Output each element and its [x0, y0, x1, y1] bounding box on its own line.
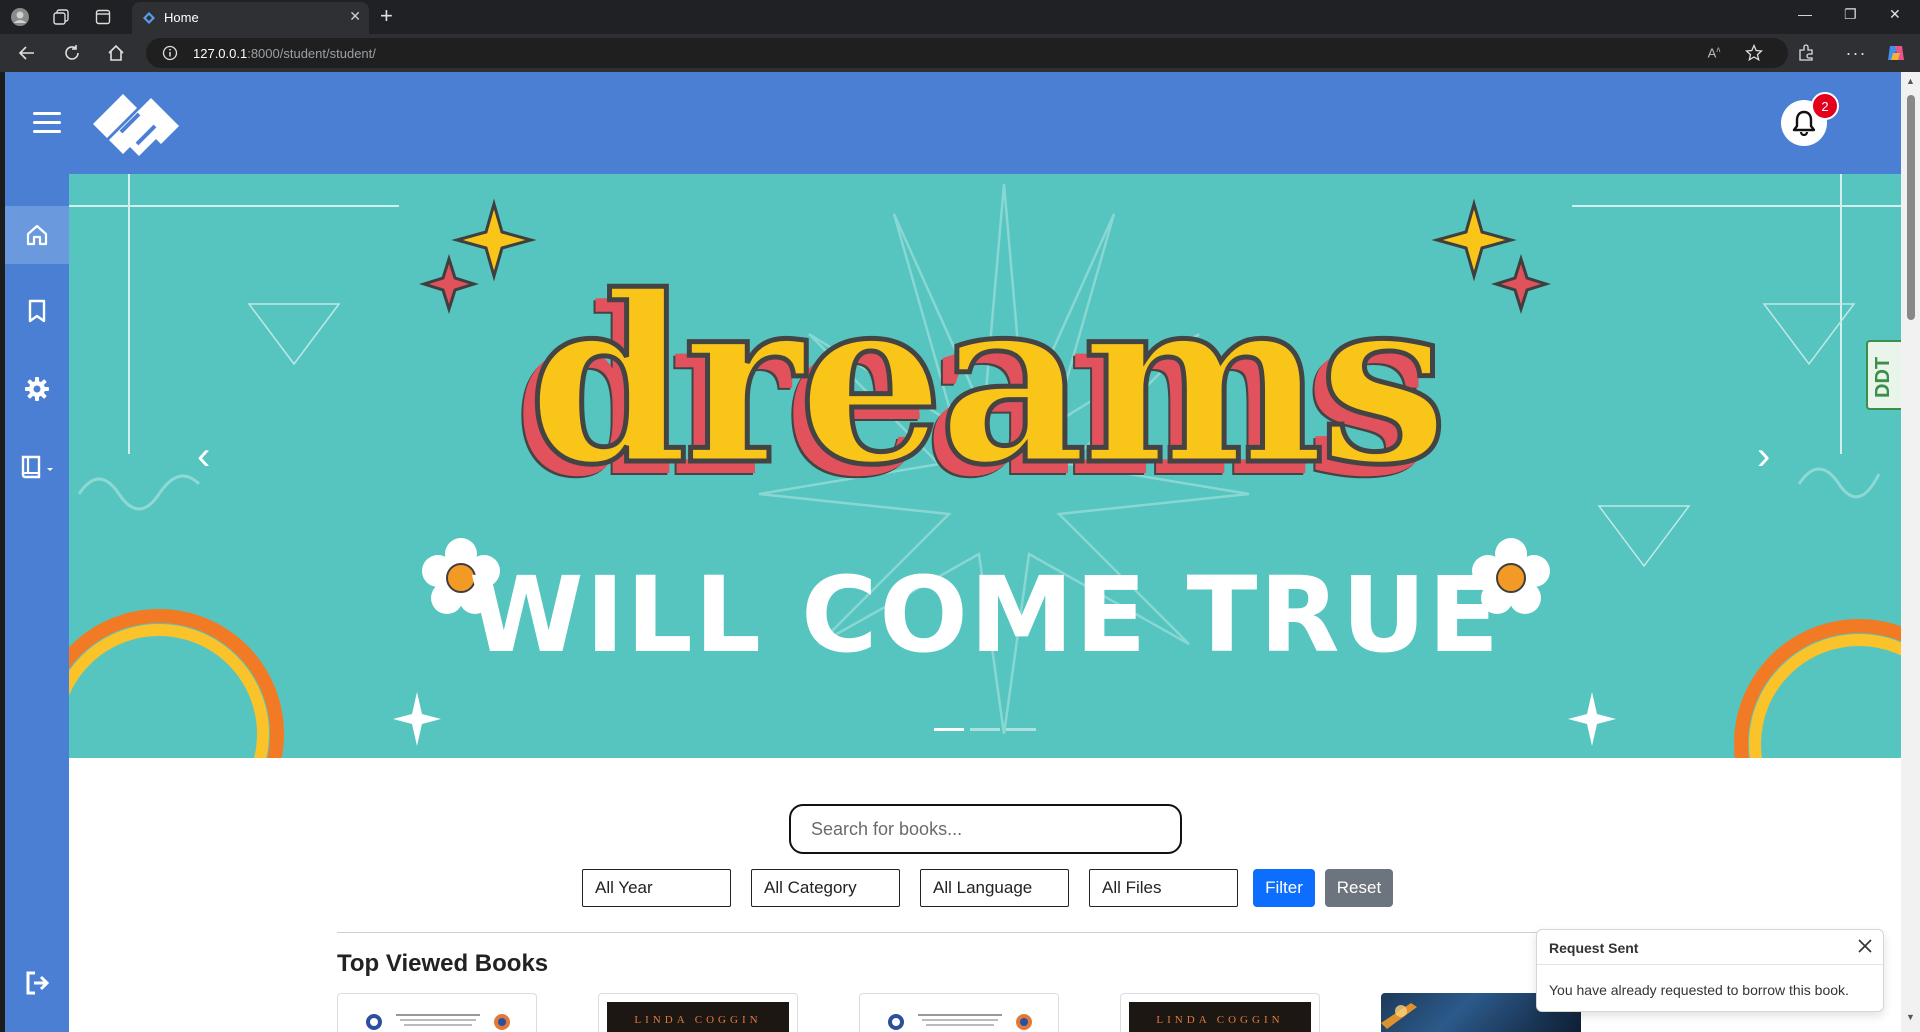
restore-icon[interactable]: ❐ — [1844, 6, 1857, 23]
url-field[interactable]: 127.0.0.1:8000/student/student/ — [146, 38, 1788, 68]
toast-message: You have already requested to borrow thi… — [1549, 982, 1849, 998]
ddt-side-widget[interactable]: DDT — [1866, 340, 1902, 410]
filter-button[interactable]: Filter — [1253, 869, 1315, 907]
book-dropdown-icon — [21, 455, 53, 479]
scroll-down-icon[interactable]: ▼ — [1906, 1012, 1915, 1022]
toast-header: Request Sent — [1537, 930, 1883, 965]
files-filter-select[interactable]: All Files — [1089, 869, 1238, 907]
menu-toggle-icon[interactable] — [33, 112, 61, 134]
home-icon — [26, 224, 48, 246]
home-browser-icon[interactable] — [106, 43, 126, 63]
tab-title: Home — [164, 10, 199, 25]
sidebar — [5, 174, 69, 1032]
book-cover-author: LINDA COGGIN — [634, 1014, 762, 1026]
ddt-label: DDT — [1872, 356, 1894, 398]
back-icon[interactable] — [17, 43, 37, 63]
year-filter-select[interactable]: All Year — [582, 869, 731, 907]
language-filter-select[interactable]: All Language — [920, 869, 1069, 907]
banner-subline: WILL COME TRUE — [468, 554, 1502, 676]
favorite-star-icon[interactable] — [1744, 43, 1764, 63]
logout-icon — [26, 971, 50, 995]
top-viewed-books-heading: Top Viewed Books — [337, 950, 549, 977]
reload-icon[interactable] — [62, 43, 82, 63]
banner-headline: dreams — [525, 244, 1450, 519]
category-filter-select[interactable]: All Category — [751, 869, 900, 907]
carousel-indicators — [934, 728, 1036, 731]
book-search-input[interactable] — [789, 804, 1182, 854]
book-cover — [366, 1014, 510, 1030]
sidebar-item-logout[interactable] — [5, 954, 69, 1012]
toast-title: Request Sent — [1549, 940, 1639, 956]
bookmark-icon — [28, 299, 46, 323]
carousel-indicator[interactable] — [970, 728, 1000, 731]
book-card[interactable] — [859, 993, 1059, 1032]
section-divider — [337, 932, 1627, 933]
carousel-next-icon[interactable]: › — [1757, 434, 1770, 479]
copilot-icon[interactable] — [1886, 43, 1906, 63]
reset-button[interactable]: Reset — [1325, 869, 1393, 907]
toast-close-icon[interactable] — [1857, 938, 1873, 954]
carousel-indicator[interactable] — [934, 728, 964, 731]
scroll-up-icon[interactable]: ▲ — [1906, 76, 1915, 86]
tab-actions-icon[interactable] — [93, 7, 113, 27]
new-tab-icon[interactable]: + — [380, 3, 393, 29]
sidebar-item-bookmarks[interactable] — [5, 282, 69, 340]
hero-carousel: dreams WILL COME TRUE ‹ › — [69, 174, 1901, 758]
scrollbar-thumb[interactable] — [1907, 95, 1915, 320]
app-logo[interactable] — [85, 86, 185, 162]
tab-close-icon[interactable]: ✕ — [349, 8, 361, 25]
minimize-icon[interactable]: — — [1798, 6, 1812, 22]
book-card[interactable] — [337, 993, 537, 1032]
book-cover: LINDA COGGIN — [607, 1002, 789, 1032]
notification-count-badge: 2 — [1811, 92, 1839, 120]
read-aloud-icon[interactable]: Aʌ — [1704, 43, 1724, 63]
book-card[interactable]: LINDA COGGIN — [1120, 993, 1320, 1032]
book-cover: LINDA COGGIN — [1129, 1002, 1311, 1032]
gear-icon — [25, 377, 49, 401]
request-toast: Request Sent You have already requested … — [1536, 929, 1884, 1012]
book-cover — [888, 1014, 1032, 1030]
book-card[interactable]: LINDA COGGIN — [598, 993, 798, 1032]
sidebar-item-home[interactable] — [5, 206, 69, 264]
browser-tab-home[interactable]: Home ✕ — [132, 2, 369, 34]
url-text: 127.0.0.1:8000/student/student/ — [193, 46, 376, 61]
carousel-prev-icon[interactable]: ‹ — [197, 434, 210, 479]
sidebar-item-books[interactable] — [5, 438, 69, 496]
profile-icon[interactable] — [10, 7, 30, 27]
workspaces-icon[interactable] — [51, 7, 71, 27]
carousel-indicator[interactable] — [1006, 728, 1036, 731]
sidebar-item-settings[interactable] — [5, 360, 69, 418]
browser-titlebar: Home ✕ + — ❐ ✕ — [0, 0, 1920, 34]
app-header: 2 — [5, 72, 1902, 174]
address-bar: 127.0.0.1:8000/student/student/ Aʌ ··· — [0, 34, 1920, 72]
more-menu-icon[interactable]: ··· — [1846, 43, 1866, 63]
book-cover-author: LINDA COGGIN — [1156, 1014, 1284, 1026]
extensions-icon[interactable] — [1796, 43, 1816, 63]
site-info-icon[interactable] — [162, 45, 178, 61]
close-window-icon[interactable]: ✕ — [1889, 6, 1901, 23]
site-favicon-icon — [143, 12, 155, 24]
